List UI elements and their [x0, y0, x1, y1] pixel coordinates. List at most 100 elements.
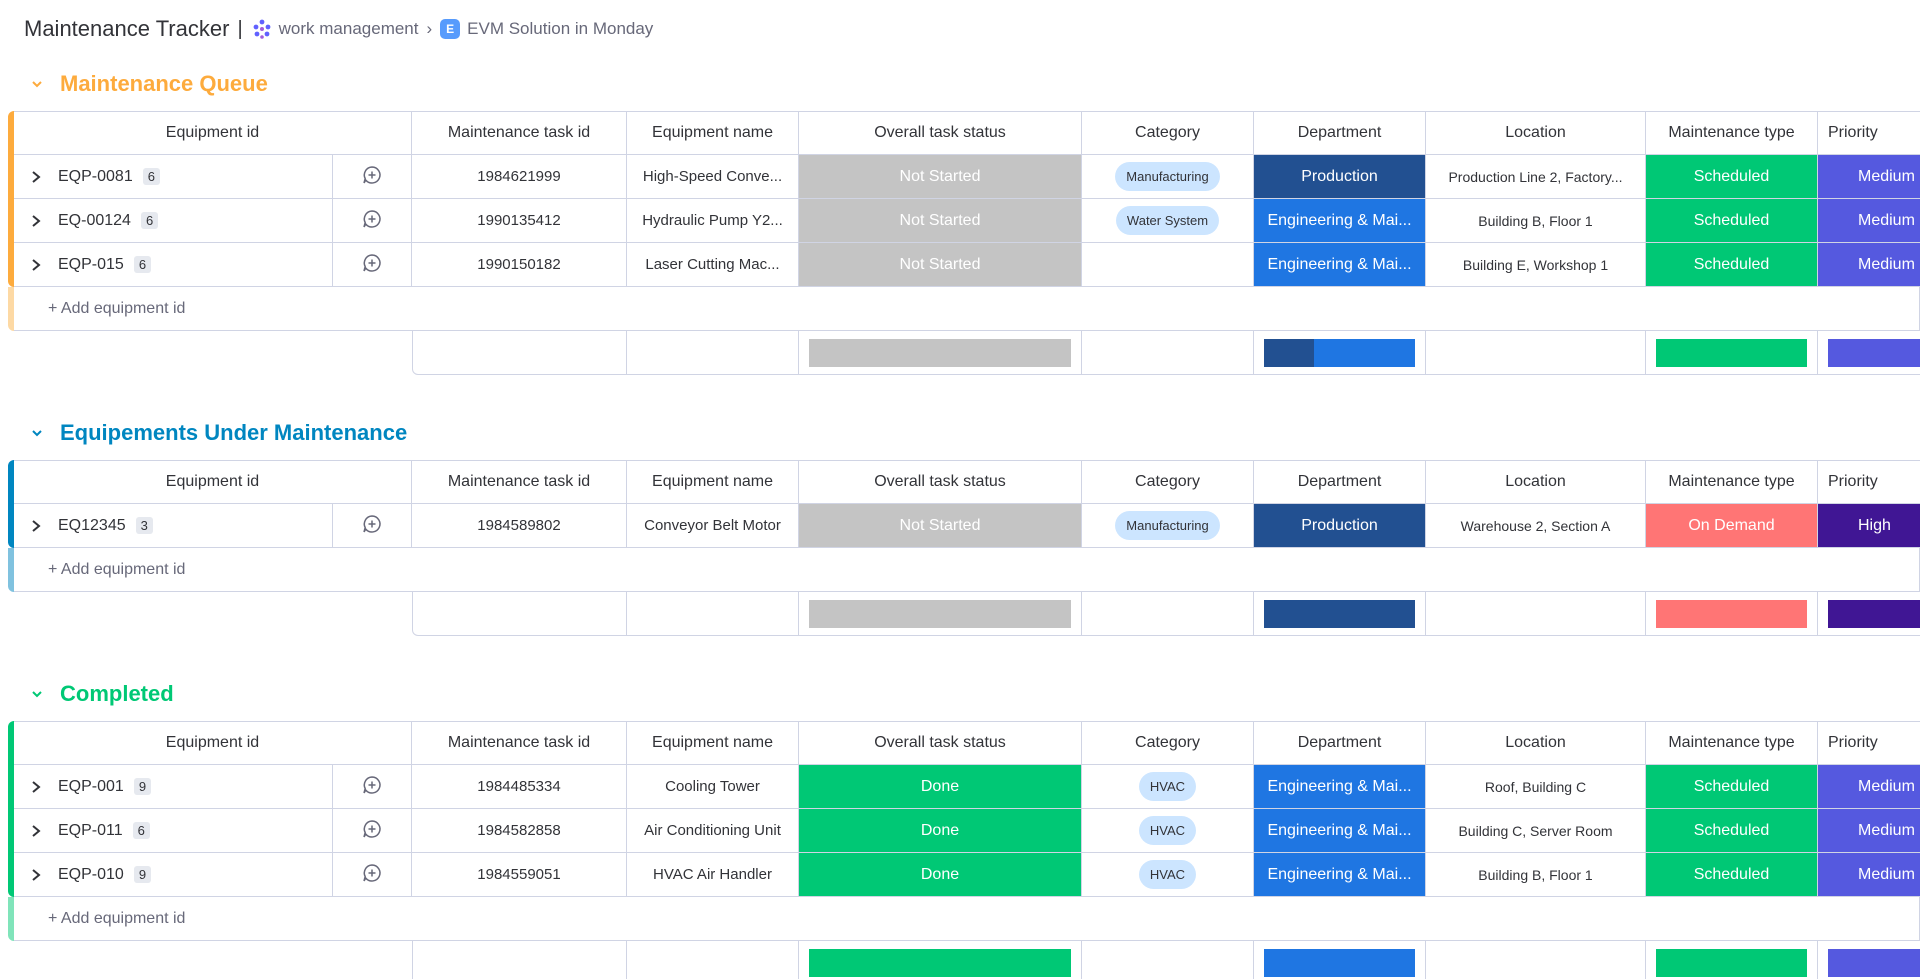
status-cell[interactable]: Not Started [799, 504, 1082, 548]
equipment-name-cell[interactable]: Hydraulic Pump Y2... [627, 199, 799, 243]
subitem-count-badge[interactable]: 3 [135, 517, 153, 534]
location-cell[interactable]: Production Line 2, Factory... [1426, 155, 1646, 199]
task-id-cell[interactable]: 1984559051 [412, 853, 627, 897]
priority-label[interactable]: Medium [1818, 199, 1920, 242]
location-cell[interactable]: Building B, Floor 1 [1426, 853, 1646, 897]
task-id-cell[interactable]: 1990150182 [412, 243, 627, 287]
location-cell[interactable]: Warehouse 2, Section A [1426, 504, 1646, 548]
equipment-id[interactable]: EQP-011 [58, 822, 123, 840]
table-row[interactable]: EQP-0081 6 1984621999 High-Speed Conve... No… [8, 155, 1920, 199]
column-header-maintenance-type[interactable]: Maintenance type [1646, 460, 1818, 504]
equipment-name-cell[interactable]: Conveyor Belt Motor [627, 504, 799, 548]
breadcrumb-board-link[interactable]: EVM Solution in Monday [467, 19, 653, 39]
board-title[interactable]: Maintenance Tracker [24, 16, 229, 42]
column-header-maintenance-type[interactable]: Maintenance type [1646, 111, 1818, 155]
department-label[interactable]: Engineering & Mai... [1254, 199, 1425, 242]
add-equipment-id-button[interactable]: + Add equipment id [14, 287, 1920, 331]
column-header-location[interactable]: Location [1426, 721, 1646, 765]
equipment-id[interactable]: EQP-0081 [58, 168, 133, 186]
subitem-count-badge[interactable]: 9 [133, 866, 152, 883]
department-cell[interactable]: Production [1254, 155, 1426, 199]
add-update-cell[interactable] [332, 765, 412, 809]
maintenance-type-cell[interactable]: Scheduled [1646, 243, 1818, 287]
maintenance-type-label[interactable]: Scheduled [1646, 199, 1817, 242]
expand-subitems-icon[interactable] [28, 169, 44, 185]
add-update-icon[interactable] [361, 774, 383, 800]
column-header-department[interactable]: Department [1254, 721, 1426, 765]
group-title[interactable]: Equipements Under Maintenance [26, 416, 407, 450]
department-cell[interactable]: Engineering & Mai... [1254, 765, 1426, 809]
equipment-name-cell[interactable]: Air Conditioning Unit [627, 809, 799, 853]
column-header-status[interactable]: Overall task status [799, 111, 1082, 155]
add-update-icon[interactable] [361, 208, 383, 234]
status-label[interactable]: Not Started [799, 199, 1081, 242]
group-title[interactable]: Maintenance Queue [26, 67, 268, 101]
column-header-equipment-id[interactable]: Equipment id [14, 460, 412, 504]
equipment-id-cell[interactable]: EQP-015 6 [14, 243, 332, 287]
chevron-down-icon[interactable] [26, 73, 48, 95]
add-update-cell[interactable] [332, 853, 412, 897]
status-label[interactable]: Done [799, 853, 1081, 896]
priority-cell[interactable]: Medium [1818, 765, 1920, 809]
status-cell[interactable]: Not Started [799, 199, 1082, 243]
maintenance-type-cell[interactable]: On Demand [1646, 504, 1818, 548]
category-pill[interactable]: HVAC [1138, 860, 1197, 889]
add-update-icon[interactable] [361, 862, 383, 888]
add-update-cell[interactable] [332, 243, 412, 287]
department-cell[interactable]: Production [1254, 504, 1426, 548]
column-header-equipment-name[interactable]: Equipment name [627, 460, 799, 504]
add-item-row[interactable]: + Add equipment id [8, 287, 1920, 331]
task-id-cell[interactable]: 1990135412 [412, 199, 627, 243]
status-cell[interactable]: Not Started [799, 243, 1082, 287]
status-cell[interactable]: Done [799, 809, 1082, 853]
column-header-priority[interactable]: Priority [1818, 111, 1920, 155]
status-label[interactable]: Not Started [799, 155, 1081, 198]
equipment-id[interactable]: EQP-015 [58, 256, 124, 274]
location-cell[interactable]: Roof, Building C [1426, 765, 1646, 809]
equipment-id-cell[interactable]: EQP-010 9 [14, 853, 332, 897]
expand-subitems-icon[interactable] [28, 518, 44, 534]
expand-subitems-icon[interactable] [28, 867, 44, 883]
priority-label[interactable]: Medium [1818, 243, 1920, 286]
maintenance-type-label[interactable]: On Demand [1646, 504, 1817, 547]
column-header-equipment-id[interactable]: Equipment id [14, 111, 412, 155]
department-label[interactable]: Engineering & Mai... [1254, 765, 1425, 808]
breadcrumb-workspace-link[interactable]: work management [279, 19, 419, 39]
group-title-text[interactable]: Maintenance Queue [60, 71, 268, 97]
subitem-count-badge[interactable]: 6 [142, 168, 160, 185]
maintenance-type-label[interactable]: Scheduled [1646, 853, 1817, 896]
equipment-id[interactable]: EQP-010 [58, 866, 124, 884]
department-label[interactable]: Production [1254, 155, 1425, 198]
category-cell[interactable]: HVAC [1082, 809, 1254, 853]
status-label[interactable]: Done [799, 765, 1081, 808]
column-header-status[interactable]: Overall task status [799, 460, 1082, 504]
maintenance-type-label[interactable]: Scheduled [1646, 243, 1817, 286]
maintenance-type-cell[interactable]: Scheduled [1646, 853, 1818, 897]
expand-subitems-icon[interactable] [28, 257, 44, 273]
column-header-priority[interactable]: Priority [1818, 460, 1920, 504]
category-cell[interactable]: Water System [1082, 199, 1254, 243]
column-header-equipment-name[interactable]: Equipment name [627, 721, 799, 765]
subitem-count-badge[interactable]: 9 [133, 778, 152, 795]
add-update-cell[interactable] [332, 809, 412, 853]
expand-subitems-icon[interactable] [28, 213, 44, 229]
maintenance-type-label[interactable]: Scheduled [1646, 809, 1817, 852]
column-header-task-id[interactable]: Maintenance task id [412, 111, 627, 155]
column-header-category[interactable]: Category [1082, 460, 1254, 504]
table-row[interactable]: EQP-010 9 1984559051 HVAC Air Handler Done HV… [8, 853, 1920, 897]
department-cell[interactable]: Engineering & Mai... [1254, 809, 1426, 853]
maintenance-type-label[interactable]: Scheduled [1646, 155, 1817, 198]
add-update-cell[interactable] [332, 155, 412, 199]
category-cell[interactable]: Manufacturing [1082, 504, 1254, 548]
status-cell[interactable]: Done [799, 765, 1082, 809]
add-update-cell[interactable] [332, 199, 412, 243]
equipment-id-cell[interactable]: EQ12345 3 [14, 504, 332, 548]
location-cell[interactable]: Building E, Workshop 1 [1426, 243, 1646, 287]
subitem-count-badge[interactable]: 6 [132, 822, 150, 839]
column-header-department[interactable]: Department [1254, 460, 1426, 504]
priority-cell[interactable]: Medium [1818, 243, 1920, 287]
expand-subitems-icon[interactable] [28, 823, 44, 839]
priority-cell[interactable]: Medium [1818, 155, 1920, 199]
department-label[interactable]: Engineering & Mai... [1254, 853, 1425, 896]
priority-label[interactable]: Medium [1818, 853, 1920, 896]
